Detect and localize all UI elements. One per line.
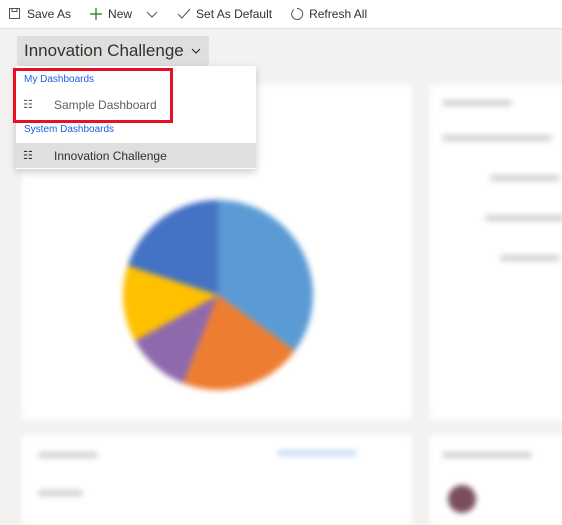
save-as-label: Save As — [27, 7, 72, 21]
chevron-down-icon — [191, 48, 201, 54]
refresh-all-button[interactable]: Refresh All — [290, 7, 367, 21]
plus-icon — [90, 8, 103, 20]
new-button[interactable]: New — [89, 7, 159, 21]
refresh-label: Refresh All — [309, 7, 368, 21]
menu-item-innovation-challenge[interactable]: ☷ Innovation Challenge — [16, 143, 256, 168]
command-bar: Save As New Set As Default Refresh All — [0, 0, 562, 29]
refresh-icon — [291, 7, 304, 20]
system-dashboards-header: System Dashboards — [24, 124, 115, 135]
highlight-box — [13, 68, 173, 123]
set-default-label: Set As Default — [196, 7, 273, 21]
new-label: New — [108, 7, 133, 21]
list-card — [430, 85, 562, 420]
chevron-down-icon[interactable] — [145, 7, 159, 21]
set-default-button[interactable]: Set As Default — [177, 7, 272, 21]
save-as-button[interactable]: Save As — [8, 7, 71, 21]
bottom-right-card — [430, 435, 562, 525]
save-icon — [9, 8, 20, 19]
dashboard-icon: ☷ — [23, 150, 33, 162]
bottom-left-card — [22, 435, 412, 525]
menu-item-label: Innovation Challenge — [54, 148, 167, 163]
checkmark-icon — [177, 8, 191, 19]
dashboard-selector[interactable]: Innovation Challenge — [17, 36, 209, 66]
dashboard-title: Innovation Challenge — [24, 41, 184, 60]
